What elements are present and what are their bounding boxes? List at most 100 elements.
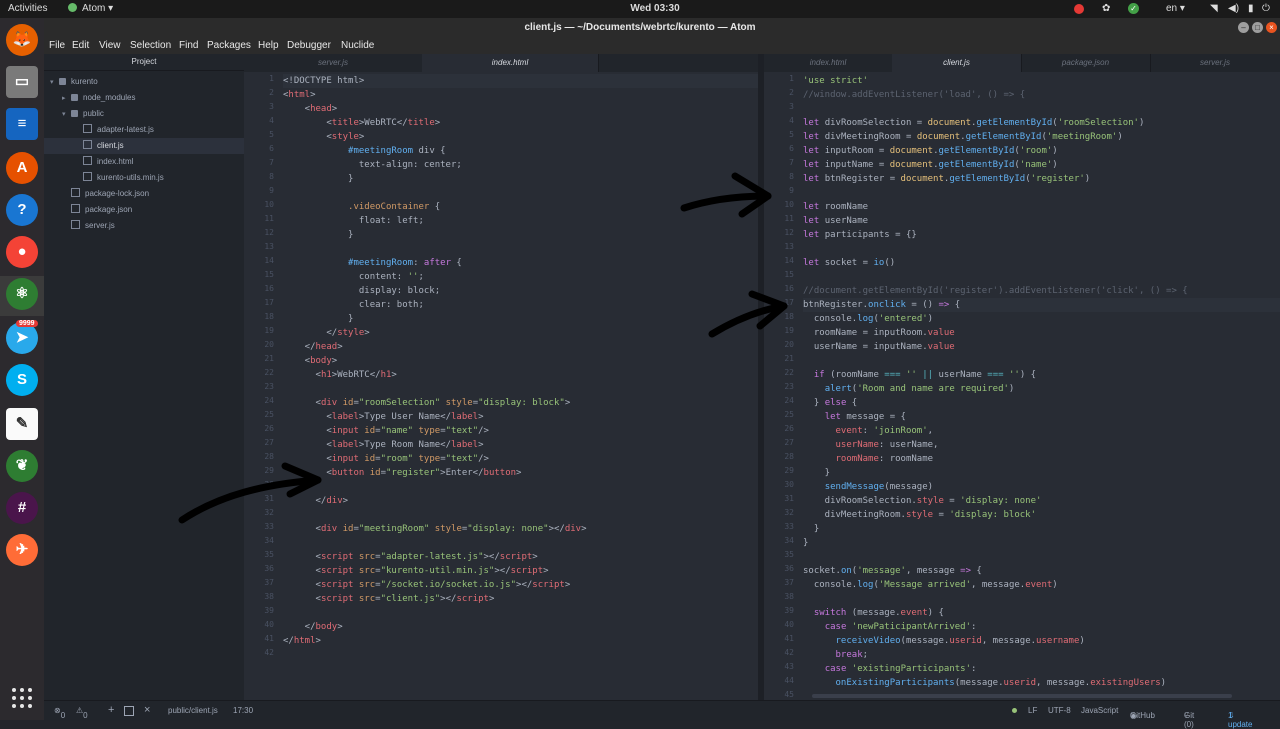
code-token: log (857, 580, 874, 590)
tree-item-kurento-utils-min-js[interactable]: kurento-utils.min.js (44, 170, 244, 186)
code-token: ) { (1019, 370, 1037, 380)
wifi-icon[interactable]: ◥ (1210, 3, 1218, 14)
firefox-icon[interactable]: 🦊 (6, 24, 38, 56)
tree-item-package-json[interactable]: package.json (44, 202, 244, 218)
tree-item-client-js[interactable]: client.js (44, 138, 244, 154)
files-icon[interactable]: ▭ (6, 66, 38, 98)
menu-packages[interactable]: Packages (207, 40, 251, 51)
language-menu[interactable]: en ▾ (1166, 3, 1185, 14)
code-token: style (337, 328, 365, 338)
activities-button[interactable]: Activities (8, 3, 47, 14)
chrome-icon[interactable]: ● (6, 236, 38, 268)
code-line: clear: both; (283, 298, 424, 312)
code-line: btnRegister.onclick = () => { (803, 298, 960, 312)
add-icon[interactable]: + (108, 704, 114, 716)
line-number: 3 (789, 102, 794, 111)
code-token: > (337, 342, 343, 352)
tree-item-server-js[interactable]: server.js (44, 218, 244, 234)
maximize-icon[interactable]: □ (1252, 22, 1263, 33)
app-menu[interactable]: Atom ▾ (68, 3, 113, 14)
line-number: 34 (784, 536, 794, 545)
encoding[interactable]: UTF-8 (1048, 706, 1071, 715)
tree-item-adapter-latest-js[interactable]: adapter-latest.js (44, 122, 244, 138)
tree-item-package-lock-json[interactable]: package-lock.json (44, 186, 244, 202)
code-line: socket.on('message', message => { (803, 564, 982, 578)
slack-icon[interactable]: # (6, 492, 38, 524)
left-code-area[interactable]: <!DOCTYPE html> <html> <head> <title>WebR… (283, 72, 758, 700)
code-token: , message. (981, 636, 1037, 646)
close-terminal-icon[interactable]: × (144, 704, 150, 716)
code-token: "display: block" (478, 398, 565, 408)
code-token: divRoomSelection = (824, 118, 928, 128)
cursor-position[interactable]: 17:30 (233, 706, 253, 715)
code-line: <body> (283, 354, 338, 368)
volume-icon[interactable]: ◀) (1228, 3, 1239, 14)
code-token: div (326, 496, 343, 506)
menu-help[interactable]: Help (258, 40, 279, 51)
chevron-down-icon[interactable]: ▾ (62, 107, 71, 123)
tab-server-js-right[interactable]: server.js (1150, 54, 1280, 72)
code-token: > (337, 622, 343, 632)
tree-item-kurento[interactable]: ▾ kurento (44, 74, 244, 90)
tab-server-js[interactable]: server.js (244, 54, 423, 72)
code-token: type (418, 454, 441, 464)
code-token: 'roomSelection' (1057, 118, 1139, 128)
minimize-icon[interactable]: – (1238, 22, 1249, 33)
code-token: } (283, 230, 354, 240)
mongodb-icon[interactable]: ❦ (6, 450, 38, 482)
line-number: 34 (264, 536, 274, 545)
tab-index-html-right[interactable]: index.html (764, 54, 893, 72)
terminal-icon[interactable] (124, 706, 134, 716)
show-applications-icon[interactable] (12, 688, 33, 709)
tab-package-json[interactable]: package.json (1021, 54, 1151, 72)
code-token: >WebRTC</ (358, 118, 408, 128)
tab-index-html[interactable]: index.html (422, 54, 599, 72)
editor-icon[interactable]: ✎ (6, 408, 38, 440)
atom-icon[interactable]: ⚛ (6, 278, 38, 310)
software-icon[interactable]: A (6, 152, 38, 184)
menu-view[interactable]: View (99, 40, 121, 51)
writer-icon[interactable]: ≡ (6, 108, 38, 140)
menu-file[interactable]: File (49, 40, 65, 51)
line-ending[interactable]: LF (1028, 706, 1037, 715)
grammar[interactable]: JavaScript (1081, 706, 1118, 715)
tab-client-js[interactable]: client.js (892, 54, 1022, 72)
chevron-right-icon[interactable]: ▸ (62, 91, 71, 107)
code-token: (message. (846, 608, 901, 618)
code-token: document (889, 160, 934, 170)
menu-debugger[interactable]: Debugger (287, 40, 331, 51)
menu-selection[interactable]: Selection (130, 40, 171, 51)
skype-icon[interactable]: S (6, 364, 38, 396)
tree-item-index-html[interactable]: index.html (44, 154, 244, 170)
tree-item-node-modules[interactable]: ▸ node_modules (44, 90, 244, 106)
code-line: let inputRoom = document.getElementById(… (803, 144, 1058, 158)
file-path[interactable]: public/client.js (168, 706, 218, 715)
clock[interactable]: Wed 03:30 (620, 3, 690, 14)
settings-icon[interactable]: ✿ (1102, 3, 1110, 14)
error-count[interactable]: ⊗ 0 (54, 706, 65, 720)
postman-icon[interactable]: ✈ (6, 534, 38, 566)
code-token: "display: none" (467, 524, 549, 534)
code-token: < (283, 580, 321, 590)
close-icon[interactable]: × (1266, 22, 1277, 33)
chevron-down-icon[interactable]: ▾ (50, 75, 59, 91)
horizontal-scrollbar[interactable] (812, 694, 1232, 698)
menu-find[interactable]: Find (179, 40, 198, 51)
screen-recorder-icon[interactable] (1074, 4, 1084, 14)
battery-icon[interactable]: ▮ (1248, 3, 1254, 14)
update-check-icon[interactable]: ✓ (1128, 3, 1139, 14)
code-token: 'entered' (878, 314, 928, 324)
tree-item-public[interactable]: ▾ public (44, 106, 244, 122)
power-icon[interactable]: ⏻ (1262, 3, 1270, 14)
menu-edit[interactable]: Edit (72, 40, 89, 51)
warning-count[interactable]: ⚠ 0 (76, 706, 88, 720)
help-icon[interactable]: ? (6, 194, 38, 226)
right-code-area[interactable]: 'use strict' //window.addEventListener('l… (803, 72, 1280, 700)
menu-nuclide[interactable]: Nuclide (341, 40, 374, 51)
code-line: break; (803, 648, 869, 662)
left-editor-pane: server.js index.html 1 2 3 4 5 6 7 8 9 10 11 12 13 14… (244, 54, 758, 700)
code-token: : (971, 664, 977, 674)
line-number: 12 (264, 228, 274, 237)
